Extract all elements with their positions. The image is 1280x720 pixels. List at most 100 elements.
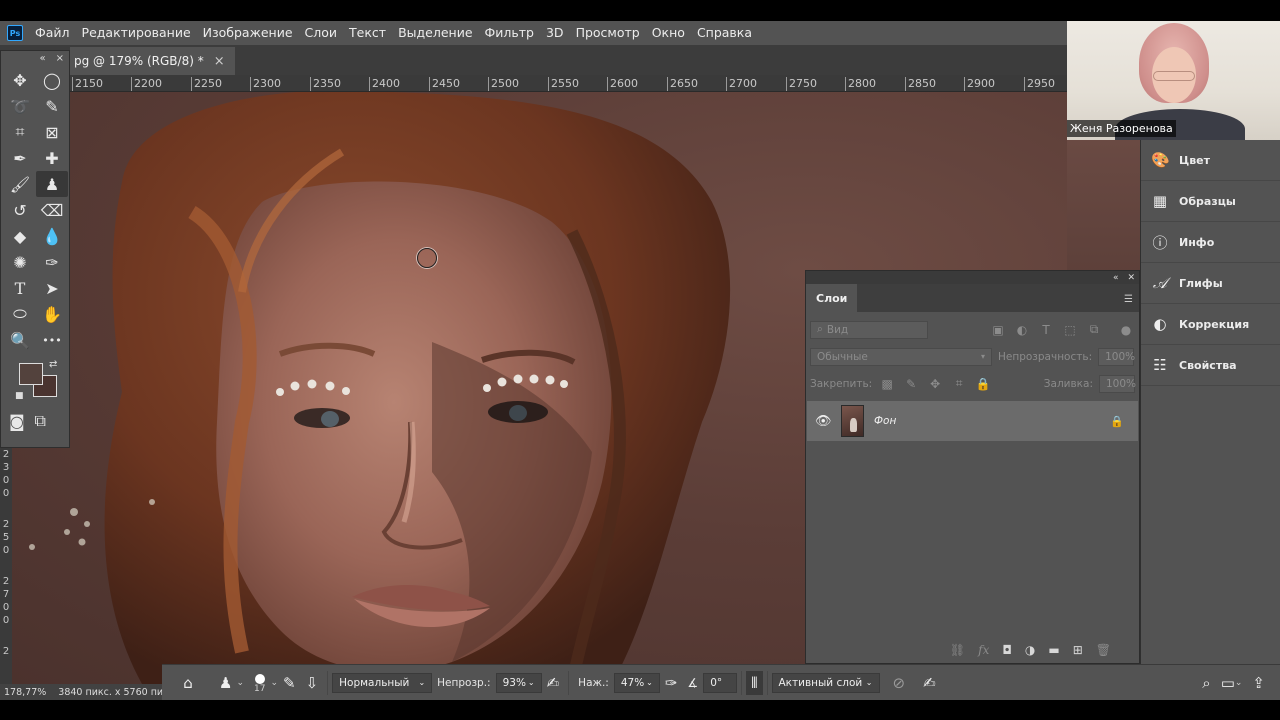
panel-adjustments[interactable]: ◐ Коррекция [1141,304,1280,345]
link-layers-icon[interactable]: ⛓ [950,643,965,657]
layers-panel-titlebar[interactable]: « ✕ [806,271,1139,284]
quick-selection-tool[interactable]: ✎ [36,93,68,119]
new-adjustment-layer-icon[interactable]: ◑ [1025,643,1035,657]
menu-3d[interactable]: 3D [540,21,570,45]
more-tools[interactable]: ••• [36,327,68,353]
menu-type[interactable]: Текст [343,21,392,45]
home-button[interactable]: ⌂ [162,665,214,701]
lasso-tool[interactable]: ➰ [4,93,36,119]
filter-type-icon[interactable]: T [1037,323,1055,337]
ellipse-shape-tool[interactable]: ⬭ [4,301,36,327]
blend-mode-select[interactable]: Обычные ▾ [810,347,992,366]
add-mask-icon[interactable]: ◘ [1002,643,1012,657]
panel-properties[interactable]: ☷ Свойства [1141,345,1280,386]
angle-field[interactable]: 0° [703,672,738,693]
brush-tool[interactable]: 🖌 [4,171,36,197]
quick-mask-icon[interactable]: ◙ [9,411,25,431]
close-tab-icon[interactable]: × [214,54,225,69]
workspace-button[interactable]: ▭ ⌄ [1216,665,1248,701]
move-tool[interactable]: ✥ [4,67,36,93]
vertical-ruler[interactable]: 2 3 0 0 2 5 0 2 7 0 0 2 [0,448,12,684]
panel-color[interactable]: 🎨 Цвет [1141,140,1280,181]
opacity-field[interactable]: 93% ⌄ [495,672,542,693]
sample-select[interactable]: Активный слой ⌄ [771,672,880,693]
layer-row[interactable]: 👁 Фон 🔒 [807,401,1138,441]
panel-swatches[interactable]: ▦ Образцы [1141,181,1280,222]
healing-brush-tool[interactable]: ✚ [36,145,68,171]
ignore-adjustment-layers-button[interactable]: ⊘ [888,665,911,701]
layer-style-icon[interactable]: fx [978,643,989,657]
menu-layers[interactable]: Слои [299,21,344,45]
filter-adjustment-icon[interactable]: ◐ [1013,323,1031,337]
brush-settings-button[interactable]: ✎ [278,665,301,701]
menu-image[interactable]: Изображение [197,21,299,45]
collapse-panel-icon[interactable]: « [1113,273,1119,283]
panel-info[interactable]: ⓘ Инфо [1141,222,1280,263]
menu-filter[interactable]: Фильтр [479,21,540,45]
eyedropper-tool[interactable]: ✒ [4,145,36,171]
opacity-field[interactable]: 100% [1098,347,1135,366]
aligned-toggle[interactable]: ⫴ [746,670,763,695]
screen-mode-icon[interactable]: ⧉ [35,411,46,431]
menu-view[interactable]: Просмотр [570,21,646,45]
path-selection-tool[interactable]: ➤ [36,275,68,301]
filter-shape-icon[interactable]: ⬚ [1061,323,1079,337]
lock-transparency-icon[interactable]: ▩ [878,377,896,391]
lock-pixels-icon[interactable]: ✎ [902,377,920,391]
filter-toggle-icon[interactable]: ● [1117,323,1135,337]
tab-layers[interactable]: Слои [806,284,858,312]
mode-select[interactable]: Нормальный ⌄ [332,672,433,693]
zoom-tool[interactable]: 🔍 [4,327,36,353]
default-colors-icon[interactable]: ■ [15,391,24,401]
type-tool[interactable]: T [4,275,36,301]
pressure-size-button[interactable]: ✍ [918,665,941,701]
filter-pixel-icon[interactable]: ▣ [989,323,1007,337]
foreground-color-swatch[interactable] [19,363,43,385]
pressure-opacity-button[interactable]: ✍ [542,665,565,701]
menu-file[interactable]: Файл [29,21,76,45]
clone-source-button[interactable]: ⇩ [301,665,324,701]
paint-bucket-tool[interactable]: ◆ [4,223,36,249]
layer-search-field[interactable]: ⌕ Вид [810,320,928,339]
search-button[interactable]: ⌕ [1197,665,1215,701]
clone-stamp-tool[interactable]: ♟ [36,171,68,197]
hand-tool[interactable]: ✋ [36,301,68,327]
eye-icon[interactable]: 👁 [815,414,832,429]
tool-preset-picker[interactable]: ♟ ⌄ [214,665,249,701]
document-tab[interactable]: pg @ 179% (RGB/8) * × [70,47,235,75]
menu-select[interactable]: Выделение [392,21,478,45]
close-panel-icon[interactable]: ✕ [1127,273,1135,283]
menu-window[interactable]: Окно [646,21,691,45]
lock-artboard-icon[interactable]: ⌗ [950,376,968,391]
history-brush-tool[interactable]: ↺ [4,197,36,223]
delete-layer-icon[interactable]: 🗑 [1096,643,1111,657]
horizontal-ruler[interactable]: 2150 2200 2250 2300 2350 2400 2450 2500 … [70,75,1067,92]
lock-position-icon[interactable]: ✥ [926,377,944,391]
close-panel-icon[interactable]: × [56,53,64,64]
new-group-icon[interactable]: ▬ [1048,643,1059,657]
frame-tool[interactable]: ⊠ [36,119,68,145]
zoom-level[interactable]: 178,77% [4,687,46,698]
blur-tool[interactable]: 💧 [36,223,68,249]
airbrush-button[interactable]: ✑ [660,665,683,701]
ellipse-marquee-tool[interactable]: ◯ [36,67,68,93]
brush-preset-picker[interactable]: 17 [249,665,270,701]
lock-icon[interactable]: 🔒 [1110,415,1124,428]
flow-field[interactable]: 47% ⌄ [613,672,660,693]
new-layer-icon[interactable]: ⊞ [1073,643,1083,657]
menu-edit[interactable]: Редактирование [76,21,197,45]
panel-menu-icon[interactable]: ☰ [1124,294,1133,305]
lock-all-icon[interactable]: 🔒 [974,377,992,391]
panel-glyphs[interactable]: 𝒜 Глифы [1141,263,1280,304]
eraser-tool[interactable]: ⌫ [36,197,68,223]
collapse-panel-icon[interactable]: « [39,53,45,64]
crop-tool[interactable]: ⌗ [4,119,36,145]
chevron-down-icon[interactable]: ⌄ [270,678,278,688]
menu-help[interactable]: Справка [691,21,758,45]
dodge-tool[interactable]: ✺ [4,249,36,275]
pen-tool[interactable]: ✑ [36,249,68,275]
filter-smart-object-icon[interactable]: ⧉ [1085,322,1103,337]
fill-field[interactable]: 100% [1099,374,1136,393]
share-button[interactable]: ⇪ [1247,665,1270,701]
swap-colors-icon[interactable]: ⇄ [49,359,57,370]
